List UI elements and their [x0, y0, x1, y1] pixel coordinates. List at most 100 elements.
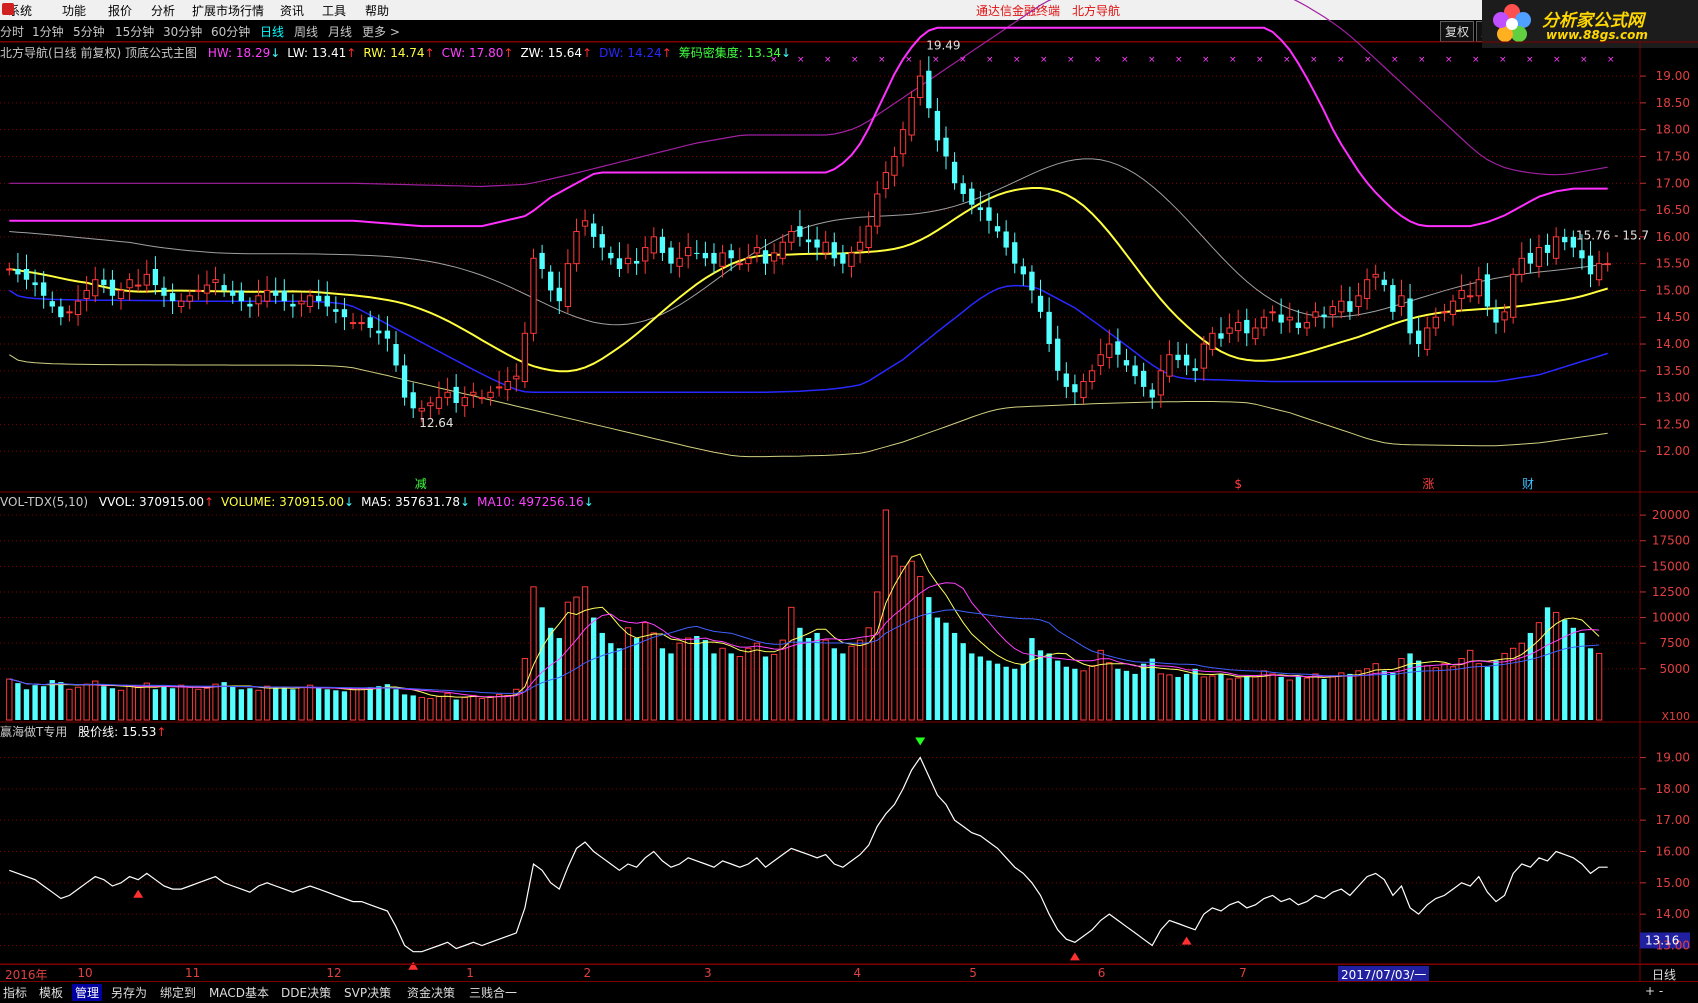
- candle-body: [513, 375, 520, 380]
- zoom-controls[interactable]: + -: [1645, 984, 1663, 998]
- candle-body: [49, 301, 55, 307]
- bottom-tab-5[interactable]: MACD基本: [206, 984, 272, 1001]
- candle-body: [969, 188, 975, 205]
- dw-band-line: [8, 284, 1608, 394]
- top-event-mark: ×: [1580, 55, 1588, 65]
- y-axis-label: 12500: [1652, 585, 1690, 599]
- top-event-mark: ×: [1175, 55, 1183, 65]
- bottom-tab-6[interactable]: DDE决策: [278, 984, 334, 1001]
- y-axis-label: 16.00: [1656, 230, 1690, 244]
- candle-body: [1467, 295, 1474, 298]
- candle-body: [1355, 295, 1362, 308]
- time-axis-label: 5: [969, 966, 977, 980]
- volume-bar: [1123, 670, 1130, 720]
- bottom-tab-0[interactable]: 指标: [0, 984, 30, 1001]
- volume-bar: [470, 694, 477, 721]
- volume-bar: [418, 696, 425, 721]
- candle-body: [556, 287, 562, 302]
- volume-bar: [556, 638, 562, 720]
- volume-bar: [633, 638, 640, 720]
- buy-signal-arrow-icon: [133, 889, 144, 898]
- volume-bar: [1132, 673, 1138, 720]
- candle-body: [1424, 327, 1431, 350]
- candle-body: [255, 295, 262, 305]
- volume-bar: [1192, 668, 1198, 720]
- volume-bar: [298, 686, 305, 721]
- top-event-mark: ×: [1445, 55, 1453, 65]
- candle-body: [1088, 370, 1096, 383]
- candle-body: [770, 252, 778, 262]
- candle-body: [290, 303, 296, 307]
- y-axis-label: 18.00: [1656, 782, 1690, 796]
- candle-body: [1398, 295, 1405, 308]
- candle-body: [624, 257, 632, 265]
- candle-body: [539, 252, 545, 269]
- bottom-tab-2[interactable]: 管理: [72, 984, 103, 1001]
- volume-bar: [590, 617, 597, 720]
- candle-body: [814, 239, 820, 248]
- volume-bar: [324, 689, 330, 720]
- candle-body: [461, 397, 468, 407]
- bottom-tab-3[interactable]: 另存为: [108, 984, 150, 1001]
- volume-bar: [865, 627, 872, 721]
- candle-body: [728, 250, 734, 259]
- volume-bar: [874, 591, 881, 721]
- volume-bar: [1278, 676, 1284, 720]
- candle-body: [1329, 306, 1336, 316]
- volume-bar: [376, 686, 382, 720]
- volume-bar: [986, 660, 992, 720]
- volume-bar: [1441, 663, 1448, 721]
- volume-bar: [74, 686, 82, 721]
- candle-body: [263, 289, 271, 302]
- candle-body: [642, 247, 649, 262]
- candle-body: [1415, 330, 1422, 345]
- volume-bar: [1355, 670, 1362, 721]
- volume-bar: [487, 695, 494, 721]
- volume-bar: [281, 688, 287, 720]
- candle-body: [1372, 273, 1379, 278]
- candle-body: [960, 183, 966, 194]
- volume-bar: [848, 645, 855, 721]
- candle-body: [581, 220, 589, 227]
- bottom-tab-1[interactable]: 模板: [36, 984, 66, 1001]
- candle-body: [530, 257, 537, 334]
- candle-body: [212, 279, 219, 283]
- bottom-tab-4[interactable]: 绑定到: [157, 984, 199, 1001]
- candle-body: [1235, 322, 1242, 332]
- candle-body: [711, 252, 717, 264]
- volume-bar: [1552, 611, 1560, 721]
- volume-bar: [401, 694, 408, 720]
- volume-bar: [1140, 663, 1147, 720]
- volume-bar: [1020, 663, 1027, 720]
- volume-bar: [822, 639, 829, 721]
- volume-bar: [1303, 677, 1311, 721]
- candle-body: [874, 193, 881, 227]
- volume-bar: [341, 691, 348, 720]
- candle-body: [840, 252, 846, 264]
- top-event-mark: ×: [1499, 55, 1507, 65]
- candle-body: [376, 330, 382, 334]
- volume-bar: [1390, 672, 1396, 720]
- volume-bar: [1157, 673, 1165, 721]
- candle-body: [1407, 298, 1413, 334]
- candle-body: [1175, 354, 1181, 361]
- candle-body: [66, 311, 73, 314]
- volume-bar: [1493, 660, 1499, 720]
- top-event-mark: ×: [824, 55, 832, 65]
- candle-body: [882, 172, 890, 190]
- candle-body: [203, 284, 211, 294]
- candle-body: [349, 322, 357, 325]
- candle-body: [478, 397, 486, 400]
- y-axis-label: 17.00: [1656, 813, 1690, 827]
- volume-bar: [1218, 673, 1224, 720]
- top-event-mark: ×: [1013, 55, 1021, 65]
- candle-body: [1303, 322, 1311, 329]
- bottom-tab-9[interactable]: 三贱合一: [466, 984, 520, 1001]
- volume-bar: [917, 576, 924, 721]
- bottom-tab-7[interactable]: SVP决策: [341, 984, 394, 1001]
- volume-bar: [435, 695, 443, 721]
- top-event-mark: ×: [851, 55, 859, 65]
- stock-chart[interactable]: 19.00 18.50 18.00 17.50 17.00 16.50 16.00 15.50…: [0, 0, 1698, 1002]
- bottom-tab-8[interactable]: 资金决策: [404, 984, 458, 1001]
- candle-body: [384, 330, 391, 339]
